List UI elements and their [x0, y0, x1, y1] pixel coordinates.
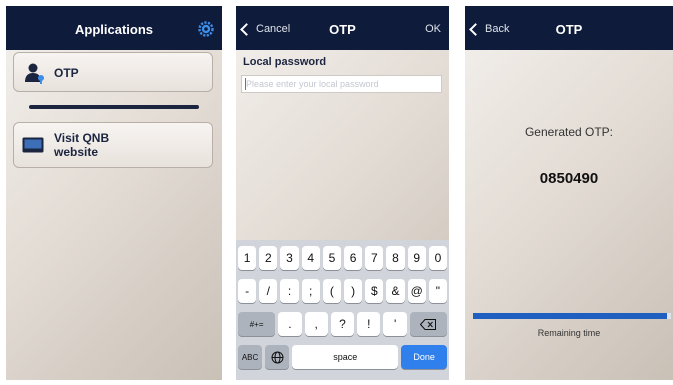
- key-3[interactable]: 3: [280, 246, 299, 270]
- backspace-icon: [420, 318, 437, 330]
- key-period[interactable]: .: [278, 312, 302, 336]
- keyboard-row-punctuation: #+= . , ? ! ': [238, 312, 448, 336]
- done-key[interactable]: Done: [401, 345, 447, 369]
- key-9[interactable]: 9: [407, 246, 426, 270]
- keyboard-row-bottom: ABC space Done: [238, 345, 447, 369]
- keyboard: 1 2 3 4 5 6 7 8 9 0 - / : ; ( ) $ & @ " …: [236, 240, 449, 380]
- visit-website-button[interactable]: Visit QNB website: [13, 122, 213, 168]
- otp-result-screen: Back OTP Generated OTP: 0850490 Remainin…: [465, 6, 673, 380]
- password-screen: Cancel OTP OK Local password 1 2 3 4 5 6…: [236, 6, 449, 380]
- remaining-time-progress: [473, 313, 671, 319]
- page-title: OTP: [555, 22, 583, 37]
- monitor-icon: [22, 137, 44, 153]
- remaining-time-label: Remaining time: [537, 328, 601, 338]
- key-6[interactable]: 6: [344, 246, 363, 270]
- visit-website-line1: Visit QNB: [54, 131, 110, 145]
- key-exclamation[interactable]: !: [357, 312, 381, 336]
- key-comma[interactable]: ,: [304, 312, 328, 336]
- navigation-bar: Applications: [6, 6, 222, 50]
- navigation-bar: Back OTP: [465, 6, 673, 50]
- visit-website-line2: website: [54, 145, 99, 159]
- key-hyphen[interactable]: -: [238, 279, 257, 303]
- user-key-icon: [25, 63, 44, 84]
- key-colon[interactable]: :: [280, 279, 299, 303]
- otp-app-button[interactable]: OTP: [13, 52, 213, 92]
- key-open-paren[interactable]: (: [322, 279, 342, 303]
- otp-code: 0850490: [539, 170, 599, 187]
- key-more-symbols[interactable]: #+=: [238, 312, 276, 336]
- page-title: Applications: [74, 22, 153, 37]
- key-8[interactable]: 8: [386, 246, 405, 270]
- divider: [29, 105, 199, 109]
- key-close-paren[interactable]: ): [344, 279, 363, 303]
- key-5[interactable]: 5: [322, 246, 342, 270]
- key-4[interactable]: 4: [301, 246, 320, 270]
- key-dollar[interactable]: $: [365, 279, 384, 303]
- visit-website-label: Visit QNB website: [54, 131, 109, 159]
- key-0[interactable]: 0: [428, 246, 448, 270]
- key-2[interactable]: 2: [259, 246, 278, 270]
- key-at[interactable]: @: [407, 279, 426, 303]
- text-caret: [245, 78, 246, 90]
- key-ampersand[interactable]: &: [386, 279, 405, 303]
- key-apostrophe[interactable]: ': [383, 312, 407, 336]
- key-semicolon[interactable]: ;: [301, 279, 320, 303]
- generated-otp-label: Generated OTP:: [524, 125, 614, 139]
- key-abc[interactable]: ABC: [238, 345, 263, 369]
- globe-key[interactable]: [265, 345, 290, 369]
- otp-app-label: OTP: [54, 66, 79, 80]
- key-question[interactable]: ?: [330, 312, 355, 336]
- local-password-label: Local password: [243, 56, 327, 68]
- keyboard-row-digits: 1 2 3 4 5 6 7 8 9 0: [238, 246, 448, 270]
- navigation-bar: Cancel OTP OK: [236, 6, 449, 50]
- keyboard-row-symbols: - / : ; ( ) $ & @ ": [238, 279, 448, 303]
- gear-icon[interactable]: [198, 21, 214, 37]
- ok-button[interactable]: OK: [425, 23, 441, 35]
- local-password-input[interactable]: [241, 75, 442, 93]
- remaining-time-fill: [473, 313, 668, 319]
- key-slash[interactable]: /: [259, 279, 278, 303]
- key-quote[interactable]: ": [428, 279, 448, 303]
- globe-icon: [271, 351, 284, 363]
- key-7[interactable]: 7: [365, 246, 384, 270]
- page-title: OTP: [329, 22, 356, 37]
- key-1[interactable]: 1: [238, 246, 257, 270]
- space-key[interactable]: space: [292, 345, 399, 369]
- backspace-key[interactable]: [409, 312, 448, 336]
- applications-screen: Applications OTP Visit QNB website: [6, 6, 222, 380]
